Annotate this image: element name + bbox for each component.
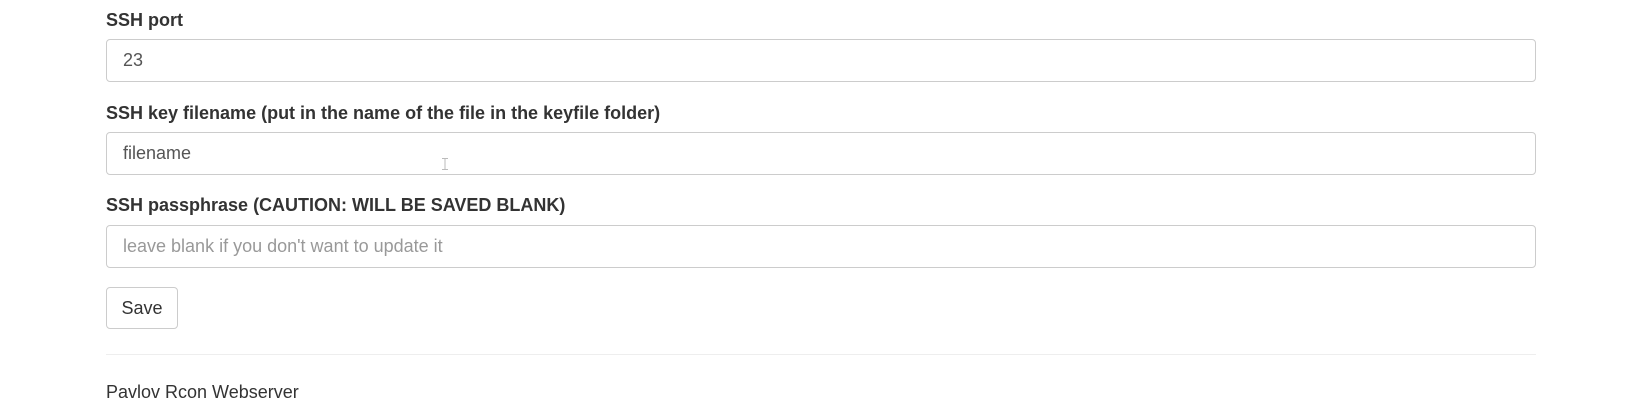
ssh-port-input[interactable] bbox=[106, 39, 1536, 82]
footer-text: Pavlov Rcon Webserver bbox=[106, 382, 299, 402]
settings-page: SSH port SSH key filename (put in the na… bbox=[0, 0, 1628, 415]
ssh-passphrase-group: SSH passphrase (CAUTION: WILL BE SAVED B… bbox=[106, 194, 1536, 268]
ssh-keyfile-label: SSH key filename (put in the name of the… bbox=[106, 103, 661, 123]
ssh-passphrase-label: SSH passphrase (CAUTION: WILL BE SAVED B… bbox=[106, 195, 566, 215]
ssh-port-group: SSH port bbox=[106, 9, 1536, 82]
text-cursor-icon bbox=[442, 158, 448, 170]
ssh-port-label: SSH port bbox=[106, 10, 184, 30]
ssh-keyfile-group: SSH key filename (put in the name of the… bbox=[106, 102, 1536, 175]
footer-divider bbox=[106, 354, 1536, 355]
ssh-keyfile-input[interactable] bbox=[106, 132, 1536, 175]
ssh-passphrase-input[interactable] bbox=[106, 225, 1536, 268]
save-button[interactable]: Save bbox=[106, 287, 178, 329]
